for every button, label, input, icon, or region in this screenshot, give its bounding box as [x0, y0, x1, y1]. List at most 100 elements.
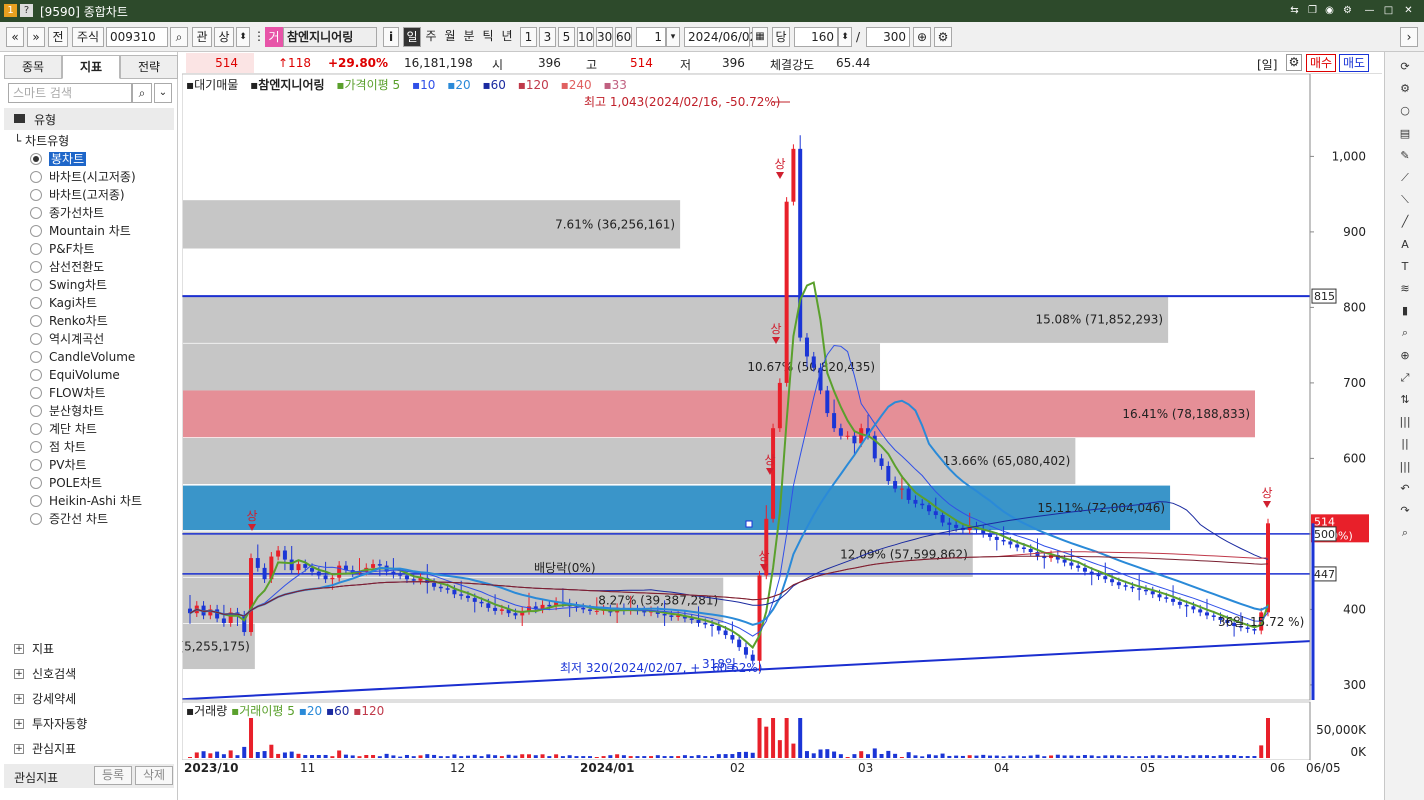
chart-type-option[interactable]: 봉차트 [30, 150, 170, 168]
market-select[interactable]: 주식 [72, 27, 104, 47]
pen-icon[interactable]: ✎ [1395, 147, 1415, 165]
tab-strategy[interactable]: 전략 [120, 55, 178, 79]
bars-spin-icon[interactable]: ⬍ [838, 27, 852, 47]
period-month-button[interactable]: 월 [441, 27, 459, 47]
period-week-button[interactable]: 주 [422, 27, 440, 47]
chart-type-option[interactable]: 증간선 차트 [30, 510, 170, 528]
spin-icon[interactable]: ⬍ [236, 27, 250, 47]
gear-icon[interactable]: ⚙ [1395, 80, 1415, 98]
chart-type-option[interactable]: 바차트(고저종) [30, 186, 170, 204]
chart-type-option[interactable]: 역시계곡선 [30, 330, 170, 348]
info-button[interactable]: i [383, 27, 399, 47]
search-icon[interactable]: ⌕ [170, 27, 188, 47]
chart-type-option[interactable]: CandleVolume [30, 348, 170, 366]
next-button[interactable]: » [27, 27, 45, 47]
zoom-plus-icon[interactable]: ⊕ [913, 27, 931, 47]
zoomin-icon[interactable]: ⊕ [1395, 347, 1415, 365]
indicator-tree-item[interactable]: + 투자자동향 [14, 714, 164, 734]
help-icon[interactable]: ? [20, 4, 33, 17]
price-chart[interactable]: 7.61% (36,256,161) 15.08% (71,852,293) 10.… [182, 74, 1382, 784]
line-icon[interactable]: ⟋ [1395, 169, 1415, 187]
stock-code-input[interactable]: 009310 [106, 27, 168, 47]
tab-stock[interactable]: 종목 [4, 55, 62, 79]
chart-type-option[interactable]: Renko차트 [30, 312, 170, 330]
settings-icon[interactable]: ⚙ [1341, 4, 1354, 17]
zoom-icon[interactable]: ⌕ [1395, 324, 1415, 342]
bars2-icon[interactable]: || [1395, 435, 1415, 453]
chart-type-option[interactable]: P&F차트 [30, 240, 170, 258]
line3-icon[interactable]: ╱ [1395, 213, 1415, 231]
chart-type-option[interactable]: Mountain 차트 [30, 222, 170, 240]
chart-type-option[interactable]: Kagi차트 [30, 294, 170, 312]
interval-60-button[interactable]: 60 [615, 27, 632, 47]
today-button[interactable]: 당 [772, 27, 790, 47]
interval-5-button[interactable]: 5 [558, 27, 575, 47]
undo-icon[interactable]: ↶ [1395, 480, 1415, 498]
sell-button[interactable]: 매도 [1339, 54, 1369, 72]
bars-total-input[interactable]: 300 [866, 27, 910, 47]
indicator-tree-item[interactable]: + 관심지표 [14, 739, 164, 759]
auto-icon[interactable]: A [1395, 236, 1415, 254]
sort-icon[interactable]: ⇅ [1395, 391, 1415, 409]
buy-button[interactable]: 매수 [1306, 54, 1336, 72]
chart-type-option[interactable]: 분산형차트 [30, 402, 170, 420]
bars3-icon[interactable]: ||| [1395, 458, 1415, 476]
chart-type-option[interactable]: Heikin-Ashi 차트 [30, 492, 170, 510]
period-year-button[interactable]: 년 [498, 27, 516, 47]
close-icon[interactable]: ✕ [1402, 4, 1415, 17]
interval-30-button[interactable]: 30 [596, 27, 613, 47]
refresh-icon[interactable]: ⟳ [1395, 58, 1415, 76]
chart-icon[interactable]: ▤ [1395, 125, 1415, 143]
chart-type-option[interactable]: POLE차트 [30, 474, 170, 492]
text-icon[interactable]: T [1395, 258, 1415, 276]
line2-icon[interactable]: ⟍ [1395, 191, 1415, 209]
period-day-button[interactable]: 일 [403, 27, 421, 47]
date-input[interactable]: 2024/06/02 [684, 27, 757, 47]
all-button[interactable]: 전 [48, 27, 68, 47]
magnet-icon[interactable]: ⤢ [1395, 369, 1415, 387]
prev-button[interactable]: « [6, 27, 24, 47]
tab-indicator[interactable]: 지표 [62, 55, 120, 79]
link-icon[interactable]: ⇆ [1288, 4, 1301, 17]
interest-button[interactable]: 관 [192, 27, 212, 47]
interval-10-button[interactable]: 10 [577, 27, 594, 47]
camera-icon[interactable]: ◉ [1323, 4, 1336, 17]
indicator-tree-item[interactable]: + 강세약세 [14, 689, 164, 709]
redo-icon[interactable]: ↷ [1395, 502, 1415, 520]
register-button[interactable]: 등록 [94, 766, 132, 785]
count-input[interactable]: 1 [636, 27, 666, 47]
chart-type-option[interactable]: FLOW차트 [30, 384, 170, 402]
circle-icon[interactable]: ○ [1395, 102, 1415, 120]
fib-icon[interactable]: ≋ [1395, 280, 1415, 298]
chevron-down-icon[interactable]: ▾ [666, 27, 680, 47]
maximize-icon[interactable]: □ [1382, 4, 1395, 17]
sang-button[interactable]: 상 [214, 27, 234, 47]
copy-icon[interactable]: ❐ [1306, 4, 1319, 17]
menu-dots-icon[interactable]: ⋮ [253, 27, 265, 47]
chart-type-option[interactable]: Swing차트 [30, 276, 170, 294]
chart-type-option[interactable]: PV차트 [30, 456, 170, 474]
line-handle[interactable] [745, 520, 753, 528]
calendar-icon[interactable]: ▦ [752, 27, 768, 47]
chart-type-option[interactable]: 점 차트 [30, 438, 170, 456]
indicator-tree-item[interactable]: + 신호검색 [14, 664, 164, 684]
toolbar-gear-icon[interactable]: ⚙ [934, 27, 952, 47]
candle-icon[interactable]: ▮ [1395, 302, 1415, 320]
smart-search-input[interactable]: 스마트 검색 [8, 83, 132, 103]
period-tick-button[interactable]: 틱 [479, 27, 497, 47]
search-icon[interactable]: ⌕ [1395, 524, 1415, 542]
delete-button[interactable]: 삭제 [135, 766, 173, 785]
bars-icon[interactable]: ||| [1395, 413, 1415, 431]
search-icon[interactable]: ⌕ [132, 83, 152, 103]
expand-down-icon[interactable]: ⌄ [154, 83, 172, 103]
chart-type-option[interactable]: 바차트(시고저종) [30, 168, 170, 186]
minimize-icon[interactable]: — [1363, 4, 1376, 17]
interval-3-button[interactable]: 3 [539, 27, 556, 47]
chart-type-option[interactable]: 계단 차트 [30, 420, 170, 438]
period-minute-button[interactable]: 분 [460, 27, 478, 47]
toolbar-expand-icon[interactable]: › [1400, 27, 1418, 47]
chart-type-option[interactable]: 삼선전환도 [30, 258, 170, 276]
interval-1-button[interactable]: 1 [520, 27, 537, 47]
chart-type-option[interactable]: 종가선차트 [30, 204, 170, 222]
indicator-tree-item[interactable]: + 지표 [14, 639, 164, 659]
